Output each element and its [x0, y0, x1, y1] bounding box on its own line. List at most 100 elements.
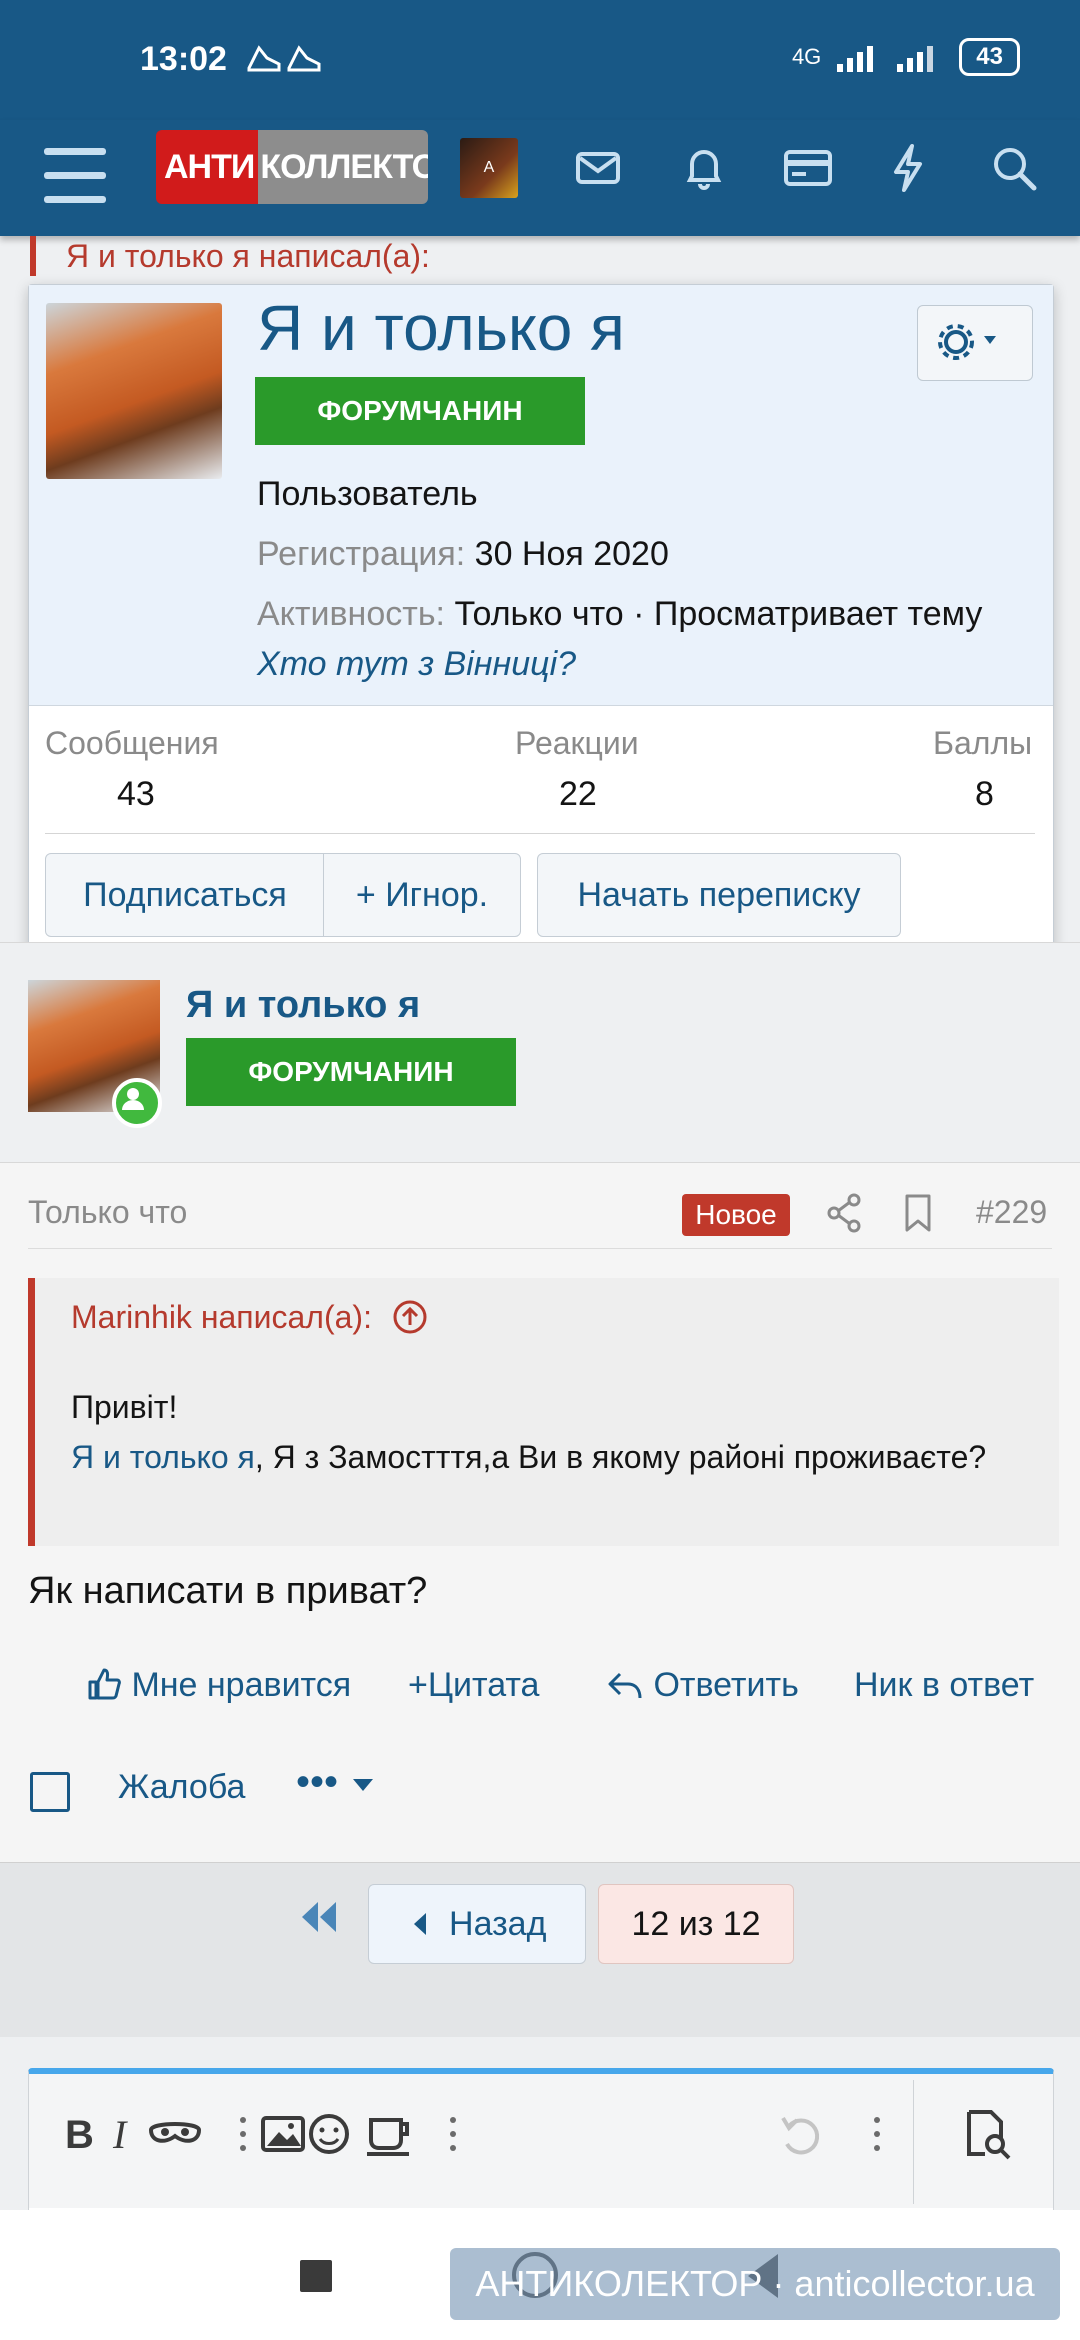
- chevron-down-icon: [353, 1779, 374, 1791]
- reply-icon: [608, 1672, 642, 1699]
- site-header: АНТИ КОЛЛЕКТОР A: [0, 120, 1080, 236]
- preview-icon[interactable]: [957, 2104, 1017, 2164]
- member-registration: Регистрация: 30 Ноя 2020: [257, 535, 669, 574]
- post-time[interactable]: Только что: [28, 1194, 187, 1231]
- member-role: Пользователь: [257, 475, 478, 513]
- page-indicator[interactable]: 12 из 12: [598, 1884, 794, 1964]
- logo-part1: АНТИ: [156, 130, 259, 204]
- svg-text:I: I: [112, 2112, 128, 2157]
- member-banner: ФОРУМЧАНИН: [255, 377, 585, 445]
- card-icon[interactable]: [778, 138, 838, 198]
- quote-header[interactable]: Marinhik написал(а):: [71, 1298, 429, 1336]
- more-vertical-icon[interactable]: [847, 2104, 907, 2164]
- chevron-down-icon: [984, 336, 996, 344]
- member-avatar[interactable]: [46, 303, 222, 479]
- quote-line1: Привіт!: [71, 1389, 178, 1425]
- post-message: Як написати в приват?: [28, 1570, 428, 1612]
- select-checkbox[interactable]: [30, 1772, 70, 1812]
- signal-icon: [837, 46, 934, 72]
- bookmark-icon[interactable]: [898, 1190, 938, 1236]
- reply-button[interactable]: Ответить: [606, 1666, 799, 1705]
- status-right: 4G 43: [792, 38, 1020, 76]
- spoiler-mask-icon[interactable]: [145, 2104, 205, 2164]
- stat-points-value: 8: [975, 775, 994, 813]
- gear-icon: [938, 324, 996, 360]
- stat-messages-value: 43: [117, 775, 155, 813]
- arrow-up-circle-icon[interactable]: [391, 1298, 429, 1336]
- quote-label: Цитата: [427, 1666, 540, 1704]
- bell-icon[interactable]: [674, 138, 734, 198]
- post-divider: [28, 1248, 1052, 1249]
- post-author-block: [0, 942, 1080, 1163]
- status-bar: 13:02 4G 43: [0, 0, 1080, 120]
- stat-points-label: Баллы: [933, 725, 1033, 761]
- like-label: Мне нравится: [131, 1666, 352, 1704]
- new-badge: Новое: [682, 1194, 790, 1236]
- search-icon[interactable]: [984, 138, 1044, 198]
- recent-apps-icon[interactable]: [300, 2260, 332, 2292]
- svg-text:B: B: [65, 2113, 94, 2157]
- reply-label: Ответить: [653, 1666, 799, 1704]
- thumbs-up-icon: [88, 1668, 121, 1700]
- toolbar-separator: [913, 2080, 914, 2204]
- notification-icons: [245, 40, 325, 84]
- post-number[interactable]: #229: [976, 1194, 1047, 1231]
- more-vertical-icon[interactable]: [423, 2104, 483, 2164]
- logo-part2: КОЛЛЕКТОР: [258, 130, 428, 204]
- quote-author: Marinhik написал(а):: [71, 1299, 372, 1335]
- undo-icon[interactable]: [771, 2104, 831, 2164]
- mini-avatar-text: A: [483, 159, 495, 176]
- user-avatar-small[interactable]: A: [460, 138, 518, 198]
- member-tools-button[interactable]: [917, 305, 1033, 381]
- italic-icon[interactable]: I: [93, 2104, 153, 2164]
- caret-left-icon: [413, 1913, 426, 1935]
- quote-text: Привіт! Я и только я, Я з Замостття,а Ви…: [71, 1382, 1031, 1482]
- smiley-icon[interactable]: [299, 2104, 359, 2164]
- card-divider: [45, 833, 1035, 834]
- more-menu-button[interactable]: •••: [296, 1760, 377, 1805]
- nick-reply-button[interactable]: Ник в ответ: [854, 1666, 1034, 1705]
- start-conversation-button[interactable]: Начать переписку: [537, 853, 901, 937]
- registration-value: 30 Ноя 2020: [474, 535, 669, 573]
- like-button[interactable]: Мне нравится: [86, 1666, 351, 1705]
- more-dots: •••: [296, 1760, 339, 1804]
- activity-thread-link[interactable]: Хто тут з Вінниці?: [257, 645, 576, 684]
- member-activity: Активность: Только что · Просматривает т…: [257, 595, 982, 634]
- report-button[interactable]: Жалоба: [118, 1768, 245, 1807]
- member-card: Я и только я ФОРУМЧАНИН Пользователь Рег…: [28, 284, 1054, 954]
- status-time: 13:02: [140, 40, 227, 78]
- battery-indicator: 43: [959, 38, 1020, 76]
- media-cup-icon[interactable]: [359, 2104, 419, 2164]
- first-page-icon[interactable]: [296, 1894, 342, 1940]
- previous-quote-head: Я и только я написал(а):: [30, 236, 1080, 276]
- share-icon[interactable]: [822, 1190, 868, 1236]
- mail-icon[interactable]: [568, 138, 628, 198]
- stat-reactions-value: 22: [559, 775, 597, 813]
- post-author-name[interactable]: Я и только я: [186, 984, 420, 1027]
- network-type: 4G: [791, 44, 822, 69]
- user-mention[interactable]: Я и только я: [71, 1439, 255, 1475]
- prev-page-label: Назад: [449, 1905, 547, 1943]
- site-logo[interactable]: АНТИ КОЛЛЕКТОР: [156, 130, 428, 204]
- quote-block: Marinhik написал(а): Привіт! Я и только …: [28, 1278, 1059, 1546]
- ignore-button[interactable]: + Игнор.: [323, 853, 521, 937]
- previous-quote-text: Я и только я написал(а):: [66, 238, 430, 274]
- activity-value: Только что · Просматривает тему: [454, 595, 983, 633]
- shoe-icon: [247, 45, 321, 72]
- menu-icon[interactable]: [44, 142, 106, 212]
- quote-line2: Я и только я, Я з Замостття,а Ви в якому…: [71, 1432, 1031, 1482]
- online-status-icon: [112, 1078, 162, 1128]
- lightning-icon[interactable]: [878, 138, 938, 198]
- quote-button[interactable]: +Цитата: [408, 1666, 539, 1705]
- site-watermark: АНТИКОЛЕКТОР · anticollector.ua: [450, 2248, 1060, 2320]
- plus-icon: +: [408, 1666, 428, 1704]
- reply-editor-toolbar: B I: [28, 2068, 1054, 2215]
- stat-messages-label: Сообщения: [45, 725, 219, 761]
- prev-page-button[interactable]: Назад: [368, 1884, 586, 1964]
- activity-label: Активность:: [257, 595, 445, 633]
- stat-reactions-label: Реакции: [515, 725, 639, 761]
- registration-label: Регистрация:: [257, 535, 466, 573]
- member-card-header: Я и только я ФОРУМЧАНИН Пользователь Рег…: [29, 285, 1053, 706]
- follow-button[interactable]: Подписаться: [45, 853, 325, 937]
- member-name[interactable]: Я и только я: [257, 291, 625, 365]
